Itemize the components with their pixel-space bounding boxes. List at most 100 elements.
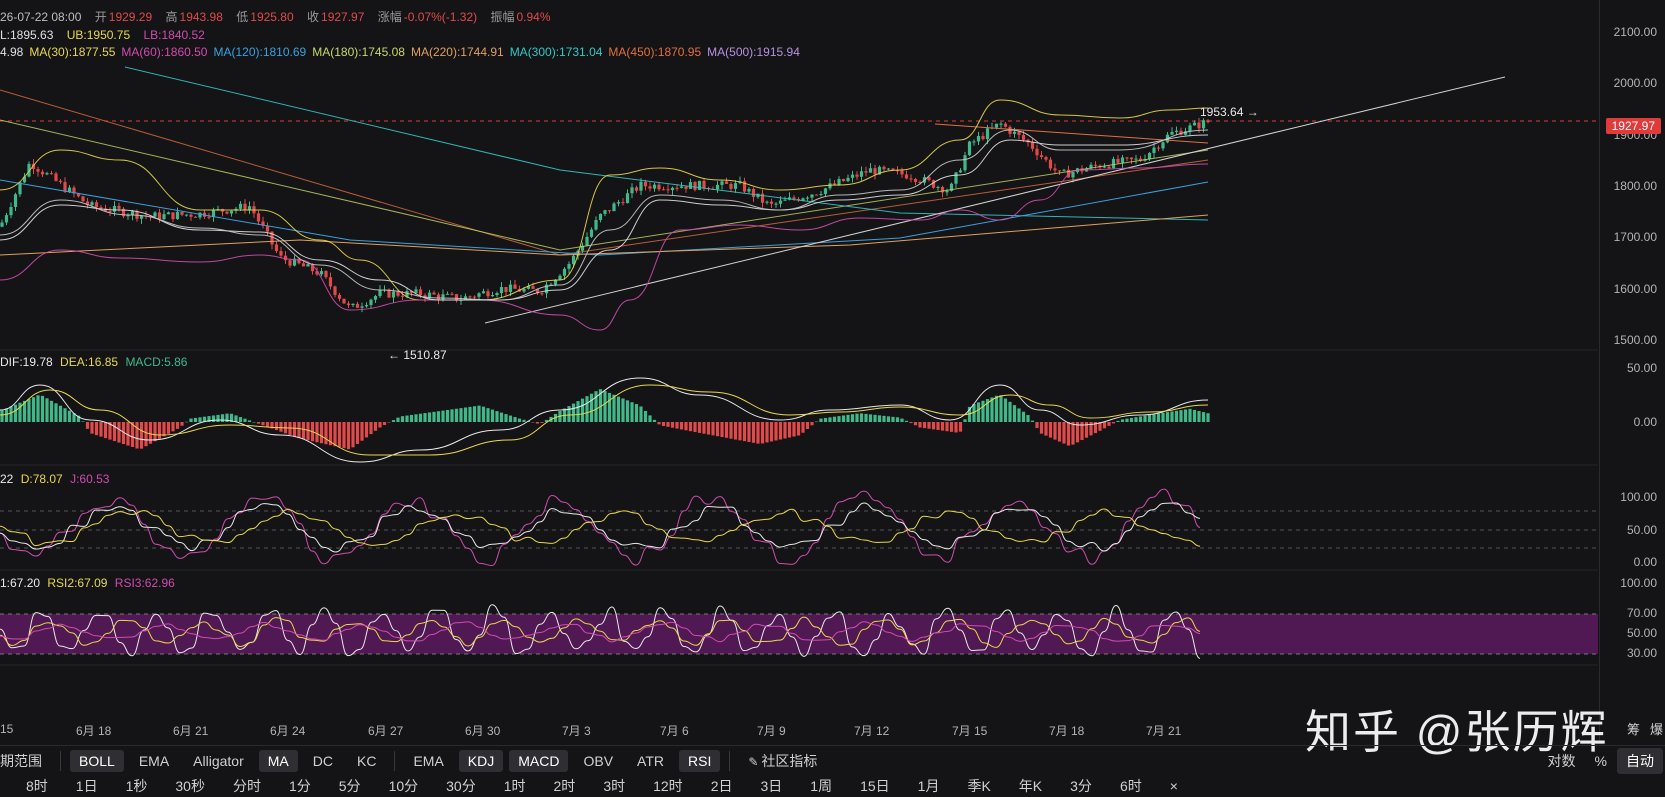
candle-body xyxy=(36,169,40,172)
close-icon[interactable]: × xyxy=(1162,777,1186,795)
macd-bar xyxy=(855,413,859,422)
candle-body xyxy=(616,202,621,204)
candle-body xyxy=(1003,123,1008,127)
candle-body xyxy=(936,186,940,188)
macd-bar xyxy=(265,422,270,427)
period-button[interactable]: 30秒 xyxy=(167,775,213,797)
candle-body xyxy=(1093,164,1098,166)
period-button[interactable]: 1时 xyxy=(496,775,534,797)
indicator-ema-button[interactable]: EMA xyxy=(404,750,452,772)
period-button[interactable]: 年K xyxy=(1011,775,1050,797)
candle-body xyxy=(81,196,85,202)
macd-bar xyxy=(463,407,468,422)
candle-body xyxy=(1188,125,1192,132)
period-button[interactable]: 2时 xyxy=(546,775,584,797)
candle-body xyxy=(369,299,373,305)
indicator-kc-button[interactable]: KC xyxy=(348,750,385,772)
range-button[interactable]: 期范围 xyxy=(0,748,51,774)
macd-bar xyxy=(976,402,981,422)
percent-scale-button[interactable]: % xyxy=(1591,750,1611,772)
candle-body xyxy=(45,173,49,175)
period-button[interactable]: 2日 xyxy=(703,775,741,797)
macd-bar xyxy=(252,422,256,423)
macd-bar xyxy=(828,417,832,422)
candle-body xyxy=(612,203,616,212)
indicator-ma-button[interactable]: MA xyxy=(258,750,298,772)
candle-body xyxy=(238,203,243,209)
period-button[interactable]: 1月 xyxy=(910,775,948,797)
community-indicator-button[interactable]: ✎ 社区指标 xyxy=(739,748,826,774)
period-button[interactable]: 1分 xyxy=(281,775,319,797)
candle-body xyxy=(1129,157,1134,160)
kdj-tick: 50.00 xyxy=(1626,523,1657,537)
macd-bar xyxy=(1143,415,1147,422)
period-button[interactable]: 3时 xyxy=(595,775,633,797)
macd-bar xyxy=(706,422,711,435)
candle-body xyxy=(283,255,288,261)
period-button[interactable]: 10分 xyxy=(381,775,427,797)
indicator-macd-button[interactable]: MACD xyxy=(509,750,569,772)
period-button[interactable]: 5分 xyxy=(331,775,369,797)
kline-chart[interactable] xyxy=(0,0,1665,796)
period-button[interactable]: 15日 xyxy=(852,775,898,797)
indicator-rsi-button[interactable]: RSI xyxy=(679,750,721,772)
liquidation-toggle[interactable]: 爆 xyxy=(1650,719,1663,738)
candle-body xyxy=(805,197,810,199)
macd-bar xyxy=(1152,414,1156,422)
candle-body xyxy=(445,293,450,295)
macd-bar xyxy=(373,422,378,431)
period-button[interactable]: 3日 xyxy=(752,775,790,797)
candle-body xyxy=(886,168,891,170)
indicator-ema-button[interactable]: EMA xyxy=(130,750,178,772)
candle-body xyxy=(1102,166,1107,168)
macd-bar xyxy=(837,416,841,422)
indicator-alligator-button[interactable]: Alligator xyxy=(184,750,253,772)
candle-body xyxy=(567,264,571,269)
candle-body xyxy=(1147,152,1152,160)
period-button[interactable]: 6时 xyxy=(1112,775,1150,797)
candle-body xyxy=(697,180,702,190)
indicator-kdj-button[interactable]: KDJ xyxy=(458,750,504,772)
ma-legend-item: MA(220):1744.91 xyxy=(410,45,504,59)
boll-lower xyxy=(0,163,1209,331)
period-button[interactable]: 1周 xyxy=(802,775,840,797)
macd-bar xyxy=(337,422,342,448)
period-button[interactable]: 分时 xyxy=(225,775,269,797)
indicator-obv-button[interactable]: OBV xyxy=(574,750,622,772)
period-button[interactable]: 12时 xyxy=(645,775,691,797)
period-button[interactable]: 3分 xyxy=(1062,775,1100,797)
period-button[interactable]: 季K xyxy=(959,775,998,797)
candle-body xyxy=(1107,166,1111,169)
moving-average-lines xyxy=(0,66,1506,331)
chip-toggle[interactable]: 筹 xyxy=(1627,719,1640,738)
indicator-atr-button[interactable]: ATR xyxy=(628,750,673,772)
candle-body xyxy=(639,181,643,191)
period-button[interactable]: 30分 xyxy=(438,775,484,797)
kdj-tick: 0.00 xyxy=(1633,555,1657,569)
ohlc-line: 26-07-22 08:00 开 1929.29 高 1943.98 低 1925.8… xyxy=(0,8,561,26)
candle-body xyxy=(684,186,688,189)
macd-bar xyxy=(675,422,679,429)
macd-bar xyxy=(1102,422,1107,429)
candle-body xyxy=(724,181,729,184)
macd-bar xyxy=(63,408,67,422)
period-button[interactable]: 1日 xyxy=(68,775,106,797)
log-scale-button[interactable]: 对数 xyxy=(1539,748,1585,774)
divider xyxy=(729,751,731,771)
macd-bar xyxy=(58,405,63,422)
auto-scale-button[interactable]: 自动 xyxy=(1617,748,1663,774)
indicator-dc-button[interactable]: DC xyxy=(304,750,342,772)
macd-bar xyxy=(909,422,913,424)
ma120-line xyxy=(0,179,1209,256)
candle-body xyxy=(189,214,193,217)
price-axis[interactable]: 2100.00 2000.00 1900.00 1800.00 1700.00 … xyxy=(1599,0,1665,740)
candle-body xyxy=(648,186,652,189)
macd-bar xyxy=(1170,411,1174,422)
candle-body xyxy=(1120,157,1125,163)
indicator-boll-button[interactable]: BOLL xyxy=(70,750,124,772)
low-label: 低 xyxy=(236,10,249,24)
period-button[interactable]: 1秒 xyxy=(118,775,156,797)
candle-body xyxy=(243,203,247,211)
period-button[interactable]: 8时 xyxy=(18,775,56,797)
macd-bar xyxy=(868,414,873,422)
